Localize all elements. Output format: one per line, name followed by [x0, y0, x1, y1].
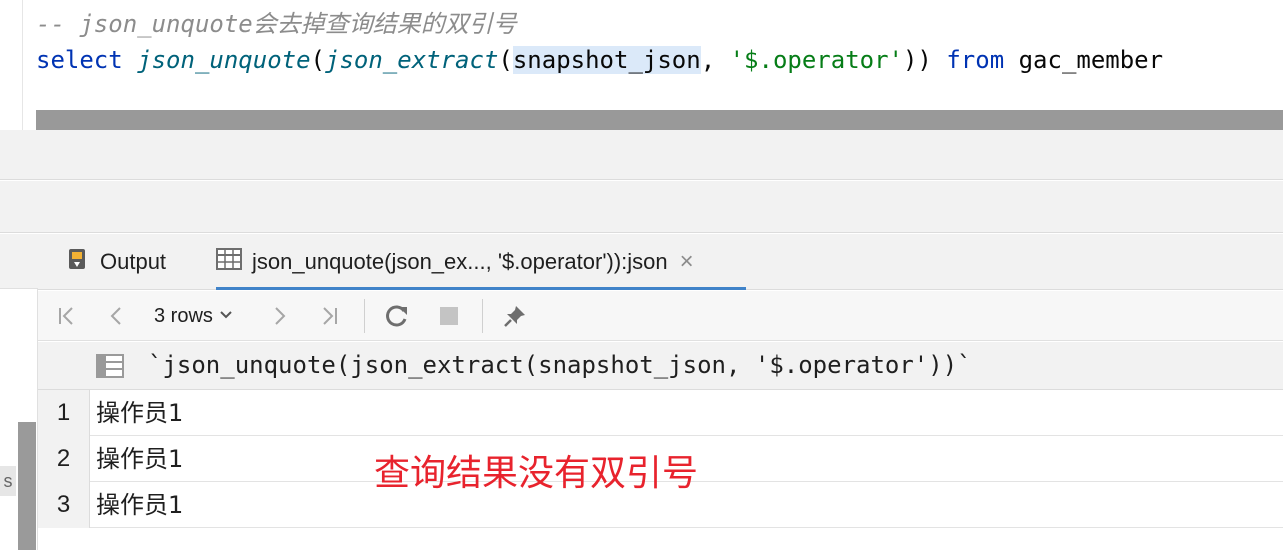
function-json-unquote: json_unquote — [137, 46, 311, 74]
services-subtoolbar — [0, 181, 1283, 233]
toolbar-separator — [482, 299, 483, 333]
row-number: 2 — [38, 436, 90, 482]
paren-open: ( — [498, 46, 513, 74]
output-icon — [66, 247, 90, 277]
tab-query-result-label: json_unquote(json_ex..., '$.operator')):… — [252, 249, 668, 274]
editor-horizontal-scrollbar[interactable] — [36, 110, 1283, 130]
table-row[interactable]: 1 操作员1 — [38, 390, 1283, 436]
keyword-from: from — [946, 46, 1005, 74]
string-literal-path: '$.operator' — [729, 46, 903, 74]
table-cell[interactable]: 操作员1 — [96, 482, 183, 528]
function-json-extract: json_extract — [325, 46, 499, 74]
row-number: 1 — [38, 390, 90, 436]
last-page-icon[interactable] — [314, 291, 344, 341]
keyword-select: select — [36, 46, 123, 74]
sql-editor[interactable]: -- json_unquote会去掉查询结果的双引号 select json_u… — [0, 0, 1283, 130]
close-icon[interactable]: × — [680, 248, 694, 276]
table-cell[interactable]: 操作员1 — [96, 390, 183, 436]
column-header[interactable]: `json_unquote(json_extract(snapshot_json… — [148, 351, 972, 379]
column-snapshot-json: snapshot_json — [512, 46, 701, 74]
column-icon — [96, 354, 124, 383]
results-tab-bar: Output json_unquote(json_ex..., '$.opera… — [38, 234, 1283, 290]
tab-query-result[interactable]: json_unquote(json_ex..., '$.operator')):… — [216, 234, 746, 290]
prev-page-icon[interactable] — [102, 291, 132, 341]
services-tree-scrollbar[interactable] — [18, 422, 36, 550]
toolbar-separator — [364, 299, 365, 333]
services-tree-item-label[interactable]: s — [0, 466, 16, 496]
rows-count-label: 3 rows — [154, 304, 213, 327]
services-tree-panel: s — [0, 234, 38, 550]
table-cell[interactable]: 操作员1 — [96, 436, 183, 482]
pin-icon[interactable] — [498, 291, 532, 341]
paren-close: )) — [902, 46, 947, 74]
next-page-icon[interactable] — [264, 291, 294, 341]
stop-icon[interactable] — [434, 291, 464, 341]
editor-gutter-divider — [22, 0, 23, 130]
rows-count-selector[interactable]: 3 rows — [154, 291, 233, 341]
services-toolbar — [0, 130, 1283, 180]
refresh-icon[interactable] — [380, 291, 414, 341]
paren-open: ( — [310, 46, 325, 74]
sql-comment-line: -- json_unquote会去掉查询结果的双引号 — [36, 10, 517, 38]
results-toolbar: 3 rows — [38, 291, 1283, 341]
services-tree-header — [0, 234, 38, 289]
table-name: gac_member — [1004, 46, 1164, 74]
chevron-down-icon — [219, 307, 233, 325]
first-page-icon[interactable] — [52, 291, 82, 341]
grid-header: `json_unquote(json_extract(snapshot_json… — [38, 342, 1283, 390]
table-icon — [216, 248, 242, 276]
tab-output-label: Output — [100, 249, 167, 274]
red-annotation-text: 查询结果没有双引号 — [374, 453, 699, 494]
row-number: 3 — [38, 482, 90, 528]
sql-query-line[interactable]: select json_unquote(json_extract(snapsho… — [36, 46, 1163, 74]
tab-output[interactable]: Output — [66, 234, 166, 290]
arg-separator: , — [700, 46, 730, 74]
